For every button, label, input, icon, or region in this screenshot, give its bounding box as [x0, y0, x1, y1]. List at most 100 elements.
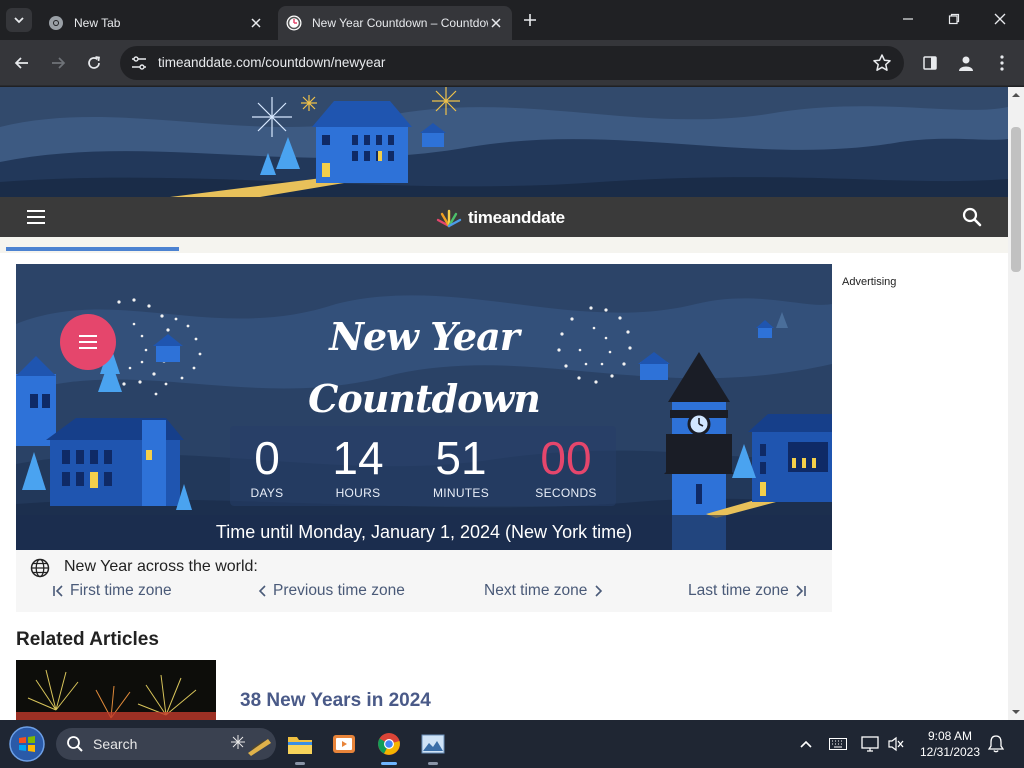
sub-navigation-strip: [0, 237, 1008, 253]
minutes-label: MINUTES: [432, 486, 490, 500]
url-text[interactable]: timeanddate.com/countdown/newyear: [158, 55, 385, 70]
site-info-button[interactable]: [128, 52, 150, 74]
volume-tray-button[interactable]: [886, 734, 906, 754]
timer-minutes: 51 MINUTES: [416, 432, 506, 500]
app-running-indicator: [428, 762, 438, 765]
tab-new-tab[interactable]: New Tab: [40, 6, 272, 40]
previous-timezone-label: Previous time zone: [273, 582, 405, 599]
taskbar-search-box[interactable]: Search: [56, 728, 276, 760]
file-explorer-app[interactable]: [284, 728, 316, 765]
network-tray-button[interactable]: [860, 734, 880, 754]
side-panel-icon: [923, 56, 937, 70]
photos-app[interactable]: [417, 728, 449, 765]
minimize-button[interactable]: [886, 6, 930, 32]
new-tab-button[interactable]: [518, 10, 542, 30]
first-timezone-label: First time zone: [70, 582, 172, 599]
countdown-widget: New Year Countdown 0 DAYS 14 HOURS 51 MI…: [16, 264, 832, 550]
article-thumbnail[interactable]: [16, 660, 216, 720]
close-icon: [491, 18, 501, 28]
page-scrollbar[interactable]: [1008, 87, 1024, 720]
notifications-button[interactable]: [986, 734, 1006, 754]
countdown-title-line2: Countdown: [308, 376, 541, 421]
fireworks-photo: [16, 660, 216, 720]
app-active-indicator: [381, 762, 397, 765]
tab-title: New Year Countdown – Countdown to New Ye…: [312, 16, 488, 30]
scroll-down-icon[interactable]: [1012, 708, 1020, 716]
media-player-app[interactable]: [328, 728, 360, 760]
chrome-app[interactable]: [373, 728, 405, 765]
taskbar-clock[interactable]: 9:08 AM 12/31/2023: [912, 728, 988, 760]
chrome-icon: [378, 733, 400, 755]
clock-date: 12/31/2023: [919, 745, 981, 759]
kebab-menu-icon: [1000, 55, 1004, 71]
tab-title: New Tab: [74, 16, 121, 30]
close-window-button[interactable]: [978, 6, 1022, 32]
article-link[interactable]: 38 New Years in 2024: [240, 690, 431, 712]
countdown-target-text: Time until Monday, January 1, 2024 (New …: [16, 515, 832, 550]
skip-first-icon: [53, 585, 63, 597]
clock-time: 9:08 AM: [927, 729, 973, 743]
timer-days: 0 DAYS: [222, 432, 312, 500]
first-timezone-link[interactable]: First time zone: [52, 582, 172, 600]
app-running-indicator: [295, 762, 305, 765]
arrow-left-icon: [14, 57, 28, 69]
chrome-menu-button[interactable]: [990, 51, 1014, 75]
last-timezone-label: Last time zone: [688, 582, 789, 599]
hamburger-menu-icon[interactable]: [26, 209, 46, 225]
keyboard-tray-button[interactable]: [828, 734, 848, 754]
tab-new-year-countdown[interactable]: New Year Countdown – Countdown to New Ye…: [278, 6, 512, 40]
bell-icon: [988, 735, 1004, 753]
globe-icon: [30, 558, 50, 578]
timeanddate-favicon-icon: [286, 15, 302, 31]
chevron-down-icon: [14, 17, 24, 24]
taskbar-search-label: Search: [93, 736, 138, 752]
timer-seconds: 00 SECONDS: [521, 432, 611, 500]
timezone-navigation: New Year across the world: First time zo…: [16, 550, 832, 612]
keyboard-icon: [829, 738, 847, 750]
side-panel-button[interactable]: [918, 51, 942, 75]
web-page: timeanddate New Year Countdown 0 DAYS 14…: [0, 87, 1008, 720]
last-timezone-link[interactable]: Last time zone: [688, 582, 807, 600]
plus-icon: [524, 14, 536, 26]
media-player-icon: [333, 735, 355, 753]
site-navigation-bar: timeanddate: [0, 197, 1008, 237]
windows-start-icon[interactable]: [8, 725, 46, 763]
countdown-timer: 0 DAYS 14 HOURS 51 MINUTES 00 SECONDS: [230, 426, 616, 506]
person-icon: [959, 56, 973, 71]
site-logo[interactable]: timeanddate: [434, 207, 565, 229]
bookmark-star-icon[interactable]: [872, 53, 892, 73]
hours-value: 14: [332, 432, 384, 484]
folder-icon: [288, 737, 312, 754]
tab-search-button[interactable]: [6, 8, 32, 32]
close-icon: [994, 13, 1006, 25]
tune-icon: [132, 56, 146, 70]
scroll-up-icon[interactable]: [1012, 91, 1020, 99]
timer-hours: 14 HOURS: [313, 432, 403, 500]
search-icon[interactable]: [962, 207, 982, 227]
address-bar[interactable]: timeanddate.com/countdown/newyear: [120, 46, 904, 80]
tab-strip: New Tab New Year Countdown – Countdown t…: [0, 0, 1024, 40]
previous-timezone-link[interactable]: Previous time zone: [256, 582, 405, 600]
reload-button[interactable]: [82, 51, 106, 75]
header-banner-illustration: [0, 87, 1008, 197]
forward-button[interactable]: [46, 51, 70, 75]
arrow-right-icon: [52, 57, 66, 69]
tray-overflow-button[interactable]: [796, 734, 816, 754]
logo-rays-icon: [436, 209, 462, 228]
close-icon: [251, 18, 261, 28]
profile-button[interactable]: [954, 51, 978, 75]
restore-icon: [948, 13, 960, 25]
chrome-icon: [49, 16, 63, 30]
next-timezone-link[interactable]: Next time zone: [484, 582, 605, 600]
days-value: 0: [254, 432, 280, 484]
close-tab-button[interactable]: [248, 15, 264, 31]
restore-button[interactable]: [932, 6, 976, 32]
taskbar: Search 9:08 AM 12/31/2023: [0, 720, 1024, 768]
network-monitor-icon: [861, 736, 879, 752]
chevron-up-icon: [800, 740, 812, 748]
back-button[interactable]: [10, 51, 34, 75]
scroll-thumb[interactable]: [1011, 127, 1021, 272]
close-tab-button[interactable]: [488, 15, 504, 31]
seconds-value: 00: [540, 432, 592, 484]
countdown-title-line1: New Year: [329, 314, 520, 359]
